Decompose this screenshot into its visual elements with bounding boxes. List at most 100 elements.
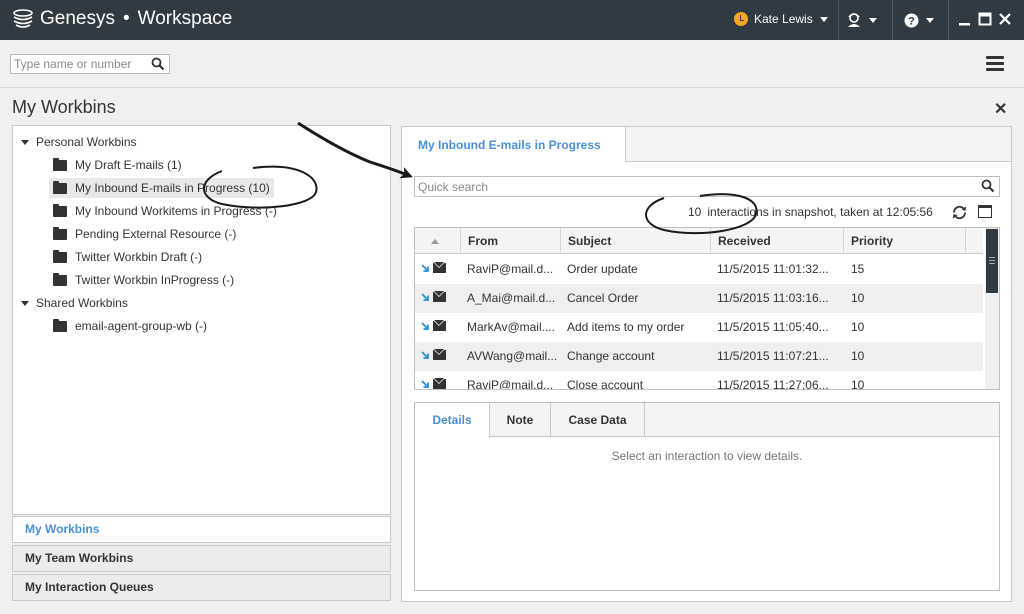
maximize-icon[interactable] — [978, 12, 992, 26]
table-row[interactable]: AVWang@mail... Change account 11/5/2015 … — [415, 342, 983, 371]
expand-triangle-icon[interactable] — [21, 139, 29, 145]
folder-icon — [53, 157, 67, 171]
tree-item-label: My Inbound Workitems in Progress (-) — [75, 204, 277, 218]
separator — [838, 0, 839, 40]
cell-received: 11/5/2015 11:03:16... — [717, 291, 829, 305]
row-icons — [421, 262, 446, 273]
tree-item-email-agent-group[interactable]: email-agent-group-wb (-) — [53, 316, 207, 336]
user-menu[interactable]: Kate Lewis — [734, 12, 828, 26]
row-icons — [421, 349, 446, 360]
minimize-icon[interactable] — [958, 12, 972, 26]
svg-text:?: ? — [908, 15, 915, 27]
cell-from: A_Mai@mail.d... — [467, 291, 556, 305]
close-view-button[interactable]: ✕ — [994, 99, 1007, 119]
email-icon — [433, 320, 446, 331]
row-icons — [421, 378, 446, 389]
interaction-table: From Subject Received Priority RaviP@mai… — [414, 227, 1000, 390]
cell-subject: Close account — [567, 378, 644, 390]
cell-priority: 10 — [851, 320, 865, 334]
details-tab-bar: Details Note Case Data — [415, 403, 999, 438]
tree-item-pending-external[interactable]: Pending External Resource (-) — [53, 224, 236, 244]
brand-name: Genesys — [40, 8, 115, 29]
close-icon[interactable] — [998, 12, 1012, 26]
tree-item-label: My Inbound E-mails in Progress (10) — [75, 181, 270, 195]
tree-item-inbound-emails[interactable]: My Inbound E-mails in Progress (10) — [49, 178, 274, 198]
team-communicator-search[interactable] — [10, 54, 170, 74]
inbound-arrow-icon — [421, 263, 429, 272]
agent-status-icon — [848, 13, 860, 27]
quick-search-input[interactable] — [415, 177, 975, 196]
tree-item-label: email-agent-group-wb (-) — [75, 319, 208, 333]
tree-group-label: Personal Workbins — [36, 135, 137, 149]
tree-item-twitter-draft[interactable]: Twitter Workbin Draft (-) — [53, 247, 202, 267]
table-scrollbar[interactable] — [985, 228, 999, 389]
email-icon — [433, 349, 446, 360]
tree-item-draft-emails[interactable]: My Draft E-mails (1) — [53, 155, 182, 175]
column-subject[interactable]: Subject — [561, 228, 711, 254]
search-input[interactable] — [11, 55, 149, 73]
cell-from: RaviP@mail.d... — [467, 378, 554, 390]
sort-column[interactable] — [415, 228, 461, 254]
table-header: From Subject Received Priority — [415, 228, 983, 254]
details-empty-message: Select an interaction to view details. — [611, 449, 803, 463]
status-available-icon — [734, 12, 748, 26]
table-row[interactable]: RaviP@mail.d... Order update 11/5/2015 1… — [415, 255, 983, 284]
cell-subject: Add items to my order — [567, 320, 685, 334]
menu-icon[interactable] — [986, 56, 1004, 72]
user-name: Kate Lewis — [754, 12, 813, 26]
tree-item-label: Twitter Workbin Draft (-) — [75, 250, 203, 264]
nav-my-workbins[interactable]: My Workbins — [12, 516, 391, 543]
tab-note[interactable]: Note — [490, 403, 551, 437]
tab-details[interactable]: Details — [415, 403, 490, 438]
table-row[interactable]: A_Mai@mail.d... Cancel Order 11/5/2015 1… — [415, 284, 983, 313]
refresh-icon[interactable] — [951, 204, 968, 221]
cell-subject: Order update — [567, 262, 638, 276]
brand: Genesys • Workspace — [12, 8, 232, 30]
expand-triangle-icon[interactable] — [21, 300, 29, 306]
nav-my-interaction-queues[interactable]: My Interaction Queues — [12, 574, 391, 601]
tree-group-shared[interactable]: Shared Workbins — [21, 293, 128, 313]
tab-inbound-emails[interactable]: My Inbound E-mails in Progress — [402, 127, 626, 162]
tree-item-twitter-inprogress[interactable]: Twitter Workbin InProgress (-) — [53, 270, 234, 290]
quick-search[interactable] — [414, 176, 1000, 197]
inbound-arrow-icon — [421, 350, 429, 359]
tree-item-inbound-workitems[interactable]: My Inbound Workitems in Progress (-) — [53, 201, 277, 221]
column-received[interactable]: Received — [711, 228, 844, 254]
maximize-panel-icon[interactable] — [978, 205, 992, 218]
workbin-content: My Inbound E-mails in Progress 10 interac… — [401, 126, 1012, 602]
help-menu[interactable]: ? — [904, 10, 934, 30]
cell-priority: 10 — [851, 378, 865, 390]
chevron-down-icon — [926, 17, 934, 23]
cell-received: 11/5/2015 11:07:21... — [717, 349, 829, 363]
table-row[interactable]: MarkAv@mail.... Add items to my order 11… — [415, 313, 983, 342]
brand-separator: • — [122, 8, 130, 29]
tree-group-personal[interactable]: Personal Workbins — [21, 132, 137, 152]
column-priority[interactable]: Priority — [844, 228, 966, 254]
tree-item-label: Twitter Workbin InProgress (-) — [75, 273, 235, 287]
inbound-arrow-icon — [421, 321, 429, 330]
tab-case-data[interactable]: Case Data — [551, 403, 645, 437]
tree-group-label: Shared Workbins — [36, 296, 128, 310]
inbound-arrow-icon — [421, 379, 429, 388]
table-row[interactable]: RaviP@mail.d... Close account 11/5/2015 … — [415, 371, 983, 390]
folder-icon — [53, 203, 67, 217]
product-name: Workspace — [137, 8, 233, 29]
column-from[interactable]: From — [461, 228, 561, 254]
cell-priority: 10 — [851, 291, 865, 305]
folder-icon — [53, 180, 67, 194]
tree-item-label: Pending External Resource (-) — [75, 227, 237, 241]
scrollbar-thumb[interactable] — [986, 229, 998, 293]
details-panel: Details Note Case Data Select an interac… — [414, 402, 1000, 591]
cell-received: 11/5/2015 11:01:32... — [717, 262, 829, 276]
search-icon[interactable] — [981, 179, 995, 193]
cell-from: MarkAv@mail.... — [467, 320, 555, 334]
email-icon — [433, 262, 446, 273]
cell-subject: Cancel Order — [567, 291, 639, 305]
agent-status-menu[interactable] — [846, 10, 877, 30]
folder-icon — [53, 318, 67, 332]
cell-received: 11/5/2015 11:05:40... — [717, 320, 829, 334]
nav-my-team-workbins[interactable]: My Team Workbins — [12, 545, 391, 572]
workbin-tab-bar: My Inbound E-mails in Progress — [402, 127, 1011, 162]
cell-received: 11/5/2015 11:27:06... — [717, 378, 829, 390]
search-icon[interactable] — [151, 57, 165, 71]
